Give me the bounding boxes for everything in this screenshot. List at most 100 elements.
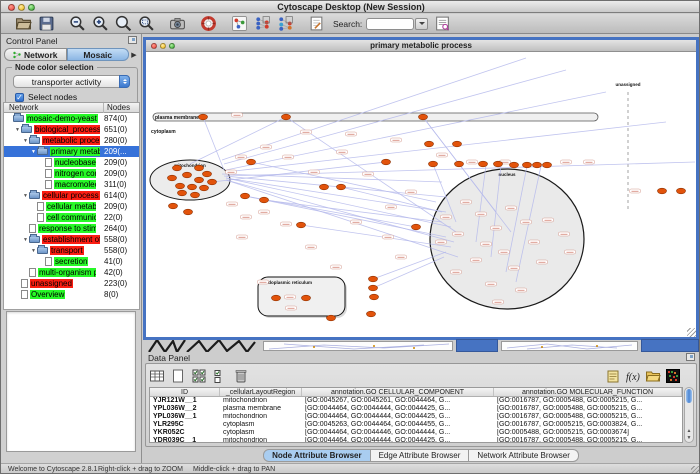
matrix-view-icon[interactable]: [665, 368, 681, 384]
annotation-icon[interactable]: [308, 15, 325, 32]
nucleus-region[interactable]: [430, 169, 584, 309]
col-cellular-component[interactable]: annotation.GO CELLULAR_COMPONENT: [302, 388, 494, 396]
zoom-selected-icon[interactable]: [138, 15, 155, 32]
network-node[interactable]: [272, 295, 281, 301]
tree-item[interactable]: ▼cellular process614(0): [4, 190, 139, 201]
tab-network[interactable]: Network: [4, 48, 67, 61]
scrollbar-thumb[interactable]: [686, 389, 692, 403]
network-canvas[interactable]: plasma membrane cytoplasm mitochondrion …: [146, 52, 696, 337]
network-node[interactable]: [168, 175, 177, 181]
tree-item[interactable]: macromolecule311(0): [4, 179, 139, 190]
function-builder-icon[interactable]: f(x): [625, 368, 641, 384]
network-node[interactable]: [200, 185, 209, 191]
network-node[interactable]: [203, 171, 212, 177]
network-node[interactable]: [178, 190, 187, 196]
tree-item[interactable]: mosaic-demo-yeast874(0): [4, 113, 139, 124]
table-row[interactable]: YDR039C__1mitochondrion[GO:0044464, GO:0…: [150, 437, 682, 443]
tree-item[interactable]: Overview8(0): [4, 289, 139, 300]
frame-close-button[interactable]: [151, 43, 157, 49]
tree-expand-icon[interactable]: ▼: [22, 193, 29, 199]
network-node[interactable]: [382, 159, 391, 165]
network-node[interactable]: [367, 311, 376, 317]
zoom-window-button[interactable]: [28, 4, 35, 11]
network-node[interactable]: [191, 192, 200, 198]
unselect-attributes-icon[interactable]: [212, 368, 228, 384]
network-node[interactable]: [370, 294, 379, 300]
birdseye-view[interactable]: [6, 311, 136, 452]
network-node[interactable]: [169, 203, 178, 209]
close-button[interactable]: [8, 4, 15, 11]
float-data-panel-icon[interactable]: [686, 353, 695, 361]
tab-edge-attribute-browser[interactable]: Edge Attribute Browser: [371, 449, 470, 462]
plasma-membrane-region[interactable]: [153, 113, 598, 121]
network-node[interactable]: [173, 165, 182, 171]
tree-item[interactable]: ▼metabolic process280(0): [4, 135, 139, 146]
search-dropdown-button[interactable]: [415, 18, 428, 30]
tree-item[interactable]: secretion41(0): [4, 256, 139, 267]
frame-zoom-button[interactable]: [169, 43, 175, 49]
network-node[interactable]: [320, 184, 329, 190]
network-node[interactable]: [543, 162, 552, 168]
save-icon[interactable]: [38, 15, 55, 32]
network-node[interactable]: [425, 141, 434, 147]
network-overview-icon[interactable]: [231, 15, 248, 32]
network-node[interactable]: [429, 161, 438, 167]
network-node[interactable]: [369, 285, 378, 291]
network-node[interactable]: [677, 188, 686, 194]
float-panel-icon[interactable]: [128, 36, 137, 44]
network-node[interactable]: [176, 183, 185, 189]
network-node[interactable]: [327, 315, 336, 321]
network-node[interactable]: [195, 177, 204, 183]
col-region[interactable]: _cellularLayoutRegion: [220, 388, 302, 396]
network-node[interactable]: [523, 162, 532, 168]
network-node[interactable]: [183, 172, 192, 178]
tree-item[interactable]: ▼biological_process651(0): [4, 124, 139, 135]
network-node[interactable]: [479, 161, 488, 167]
table-vertical-scrollbar[interactable]: ▲▼: [684, 387, 694, 443]
node-color-dropdown[interactable]: transporter activity: [13, 75, 130, 88]
new-attribute-icon[interactable]: [170, 368, 186, 384]
network-node[interactable]: [302, 295, 311, 301]
tree-expand-icon[interactable]: ▼: [14, 127, 21, 133]
search-config-icon[interactable]: [434, 15, 451, 32]
tree-expand-icon[interactable]: ▼: [30, 149, 37, 155]
select-nodes-checkbox[interactable]: ✓: [15, 93, 24, 102]
open-file-icon[interactable]: [15, 15, 32, 32]
table-row[interactable]: YJR121W__1mitochondrion[GO:0045267, GO:0…: [150, 397, 682, 405]
network-view-titlebar[interactable]: primary metabolic process: [146, 40, 696, 52]
search-input[interactable]: [366, 18, 414, 30]
network-node[interactable]: [195, 165, 204, 171]
table-row[interactable]: YLR295Ccytoplasm[GO:0045263, GO:0044464,…: [150, 421, 682, 429]
tree-item[interactable]: ▼primary metabo209(...: [4, 146, 139, 157]
network-node[interactable]: [297, 222, 306, 228]
tree-item[interactable]: response to stimulu264(0): [4, 223, 139, 234]
network-node[interactable]: [282, 114, 291, 120]
zoom-out-icon[interactable]: [69, 15, 86, 32]
zoom-fit-icon[interactable]: [115, 15, 132, 32]
attribute-table-icon[interactable]: [149, 368, 165, 384]
network-node[interactable]: [412, 224, 421, 230]
network-node[interactable]: [455, 161, 464, 167]
tab-network-attribute-browser[interactable]: Network Attribute Browser: [469, 449, 578, 462]
tab-node-attribute-browser[interactable]: Node Attribute Browser: [263, 449, 371, 462]
select-attributes-icon[interactable]: [191, 368, 207, 384]
zoom-in-icon[interactable]: [92, 15, 109, 32]
tab-scroll-right-button[interactable]: ▶: [129, 51, 139, 59]
tree-item[interactable]: nitrogen compo209(0): [4, 168, 139, 179]
table-row[interactable]: YPL036W__1mitochondrion[GO:0044464, GO:0…: [150, 413, 682, 421]
frame-minimize-button[interactable]: [160, 43, 166, 49]
network-node[interactable]: [533, 162, 542, 168]
network-node[interactable]: [188, 184, 197, 190]
network-node[interactable]: [658, 188, 667, 194]
network-node[interactable]: [369, 276, 378, 282]
layout-nodes-1-icon[interactable]: [254, 15, 271, 32]
minimize-button[interactable]: [18, 4, 25, 11]
tree-item[interactable]: unassigned223(0): [4, 278, 139, 289]
frame-resize-grip[interactable]: [687, 328, 696, 337]
import-attributes-icon[interactable]: [645, 368, 661, 384]
tree-item[interactable]: multi-organism pro42(0): [4, 267, 139, 278]
table-row[interactable]: YKR052Ccytoplasm[GO:0044464, GO:0044446,…: [150, 429, 682, 437]
tree-item[interactable]: cellular metabo209(0): [4, 201, 139, 212]
tree-item[interactable]: cell communicat22(0): [4, 212, 139, 223]
tab-mosaic[interactable]: Mosaic: [67, 48, 130, 61]
